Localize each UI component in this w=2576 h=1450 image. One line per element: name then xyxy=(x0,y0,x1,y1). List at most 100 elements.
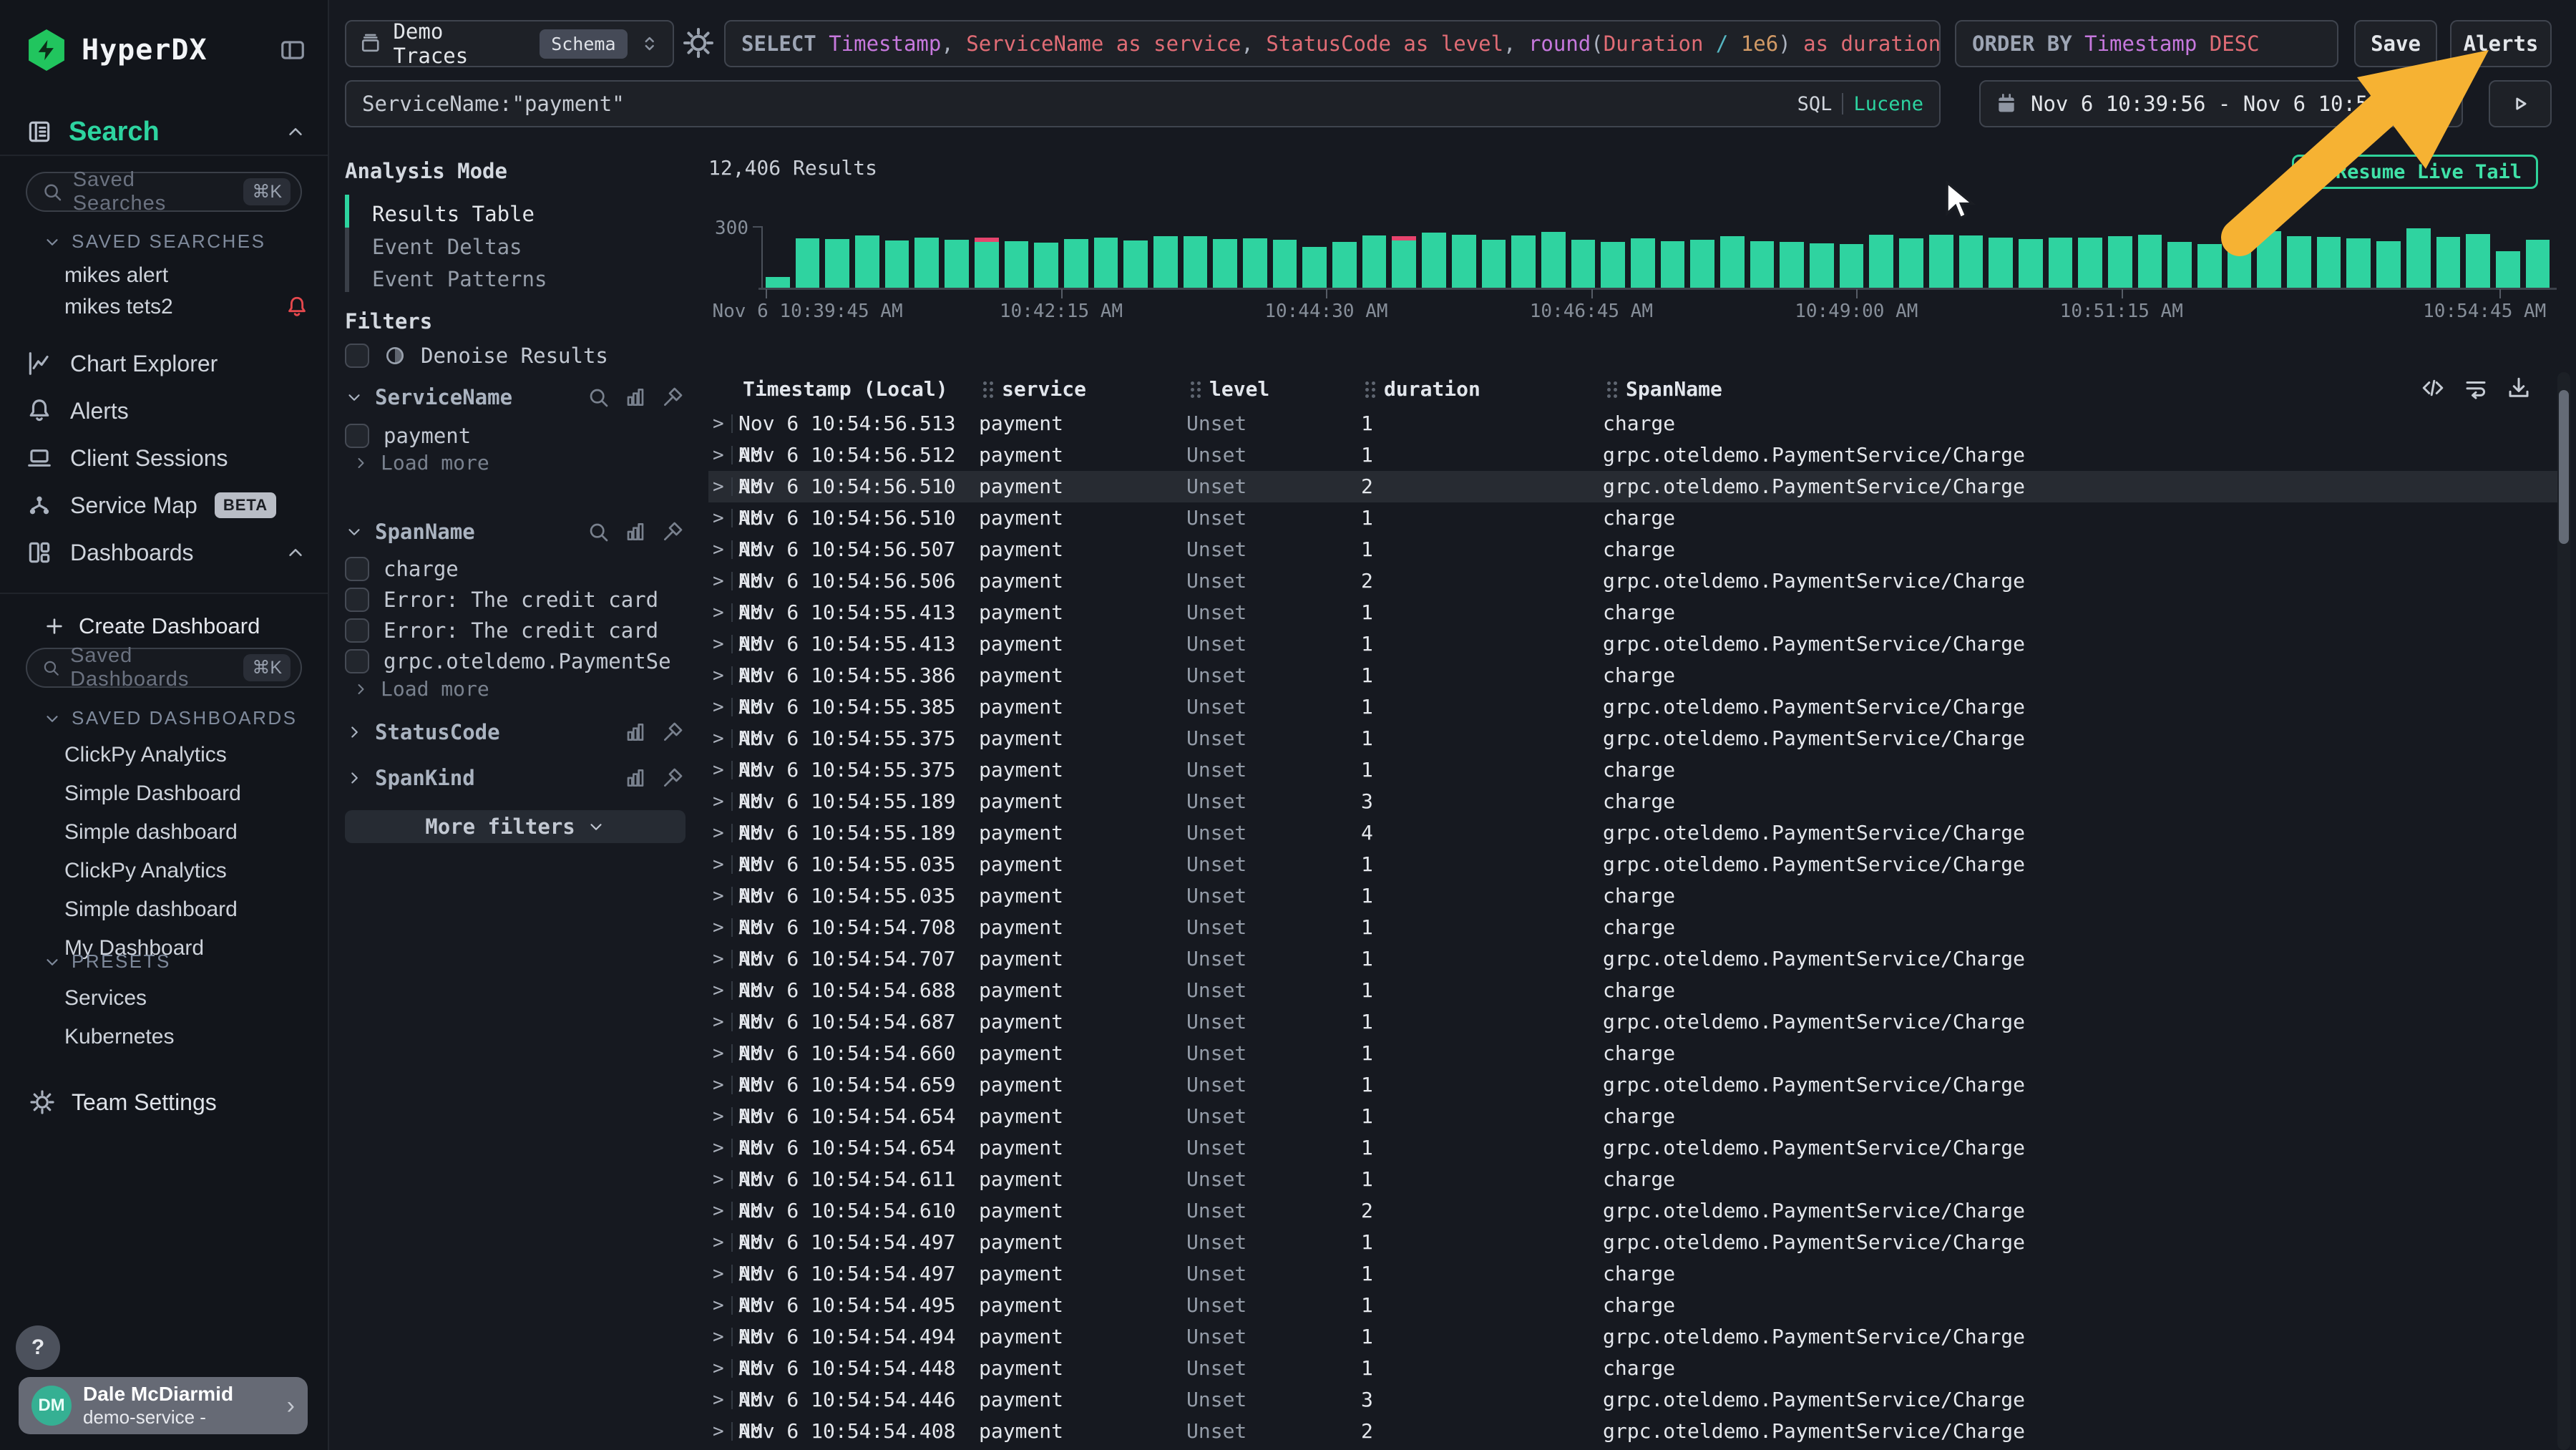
table-row[interactable]: >Nov 6 10:54:55.035 AMpaymentUnset1charg… xyxy=(708,880,2560,912)
histogram-bar[interactable] xyxy=(2346,238,2371,288)
column-header-duration[interactable]: duration xyxy=(1365,372,1607,407)
histogram-bar[interactable] xyxy=(1034,243,1058,288)
histogram-bar[interactable] xyxy=(885,240,909,288)
row-expand-icon[interactable]: > xyxy=(713,1132,731,1164)
row-expand-icon[interactable]: > xyxy=(713,975,731,1006)
row-expand-icon[interactable]: > xyxy=(713,1069,731,1101)
row-expand-icon[interactable]: > xyxy=(713,1164,731,1195)
histogram-bar[interactable] xyxy=(2287,236,2311,288)
user-menu[interactable]: DM Dale McDiarmid demo-service - › xyxy=(19,1377,308,1434)
histogram-bar[interactable] xyxy=(2078,238,2102,288)
histogram-bar[interactable] xyxy=(1064,239,1088,288)
saved-dashboard-item[interactable]: ClickPy Analytics xyxy=(0,852,328,890)
column-header-service[interactable]: service xyxy=(983,372,1191,407)
saved-dashboard-item[interactable]: Simple dashboard xyxy=(0,813,328,852)
histogram-bar[interactable] xyxy=(2317,237,2341,288)
date-range-picker[interactable]: Nov 6 10:39:56 - Nov 6 10:54:56 xyxy=(1979,80,2463,127)
table-row[interactable]: >Nov 6 10:54:55.035 AMpaymentUnset1grpc.… xyxy=(708,849,2560,880)
histogram-bar[interactable] xyxy=(855,235,879,288)
table-row[interactable]: >Nov 6 10:54:54.497 AMpaymentUnset1charg… xyxy=(708,1258,2560,1290)
drag-handle-icon[interactable] xyxy=(1365,381,1375,398)
bar-chart-icon[interactable] xyxy=(624,767,647,789)
histogram-bar[interactable] xyxy=(2108,236,2132,288)
table-row[interactable]: >Nov 6 10:54:55.375 AMpaymentUnset1grpc.… xyxy=(708,723,2560,754)
checkbox[interactable] xyxy=(345,649,369,673)
histogram-bar[interactable] xyxy=(2167,242,2192,288)
histogram-bar[interactable] xyxy=(975,238,999,288)
table-row[interactable]: >Nov 6 10:54:54.408 AMpaymentUnset2grpc.… xyxy=(708,1416,2560,1447)
servicename-load-more[interactable]: Load more xyxy=(352,451,489,475)
histogram-bar[interactable] xyxy=(1899,238,1923,288)
row-expand-icon[interactable]: > xyxy=(713,786,731,817)
histogram-bar[interactable] xyxy=(1571,240,1596,288)
lang-toggle-sql[interactable]: SQL xyxy=(1797,93,1833,115)
filter-section-servicename[interactable]: ServiceName xyxy=(345,385,684,409)
row-expand-icon[interactable]: > xyxy=(713,880,731,912)
pin-icon[interactable] xyxy=(661,386,684,409)
table-row[interactable]: >Nov 6 10:54:55.375 AMpaymentUnset1charg… xyxy=(708,754,2560,786)
checkbox[interactable] xyxy=(345,618,369,643)
filter-section-spanname[interactable]: SpanName xyxy=(345,520,684,544)
row-expand-icon[interactable]: > xyxy=(713,723,731,754)
row-expand-icon[interactable]: > xyxy=(713,1195,731,1227)
table-row[interactable]: >Nov 6 10:54:56.507 AMpaymentUnset1charg… xyxy=(708,534,2560,565)
saved-dashboards-section-label[interactable]: SAVED DASHBOARDS xyxy=(43,707,297,729)
histogram-bar[interactable] xyxy=(1243,238,1267,288)
bar-chart-icon[interactable] xyxy=(624,386,647,409)
code-view-icon[interactable] xyxy=(2420,375,2446,401)
more-filters-button[interactable]: More filters xyxy=(345,810,686,843)
sidebar-item-service-map[interactable]: Service Map BETA xyxy=(26,485,306,525)
lang-toggle-lucene[interactable]: Lucene xyxy=(1853,93,1923,115)
filter-section-spankind[interactable]: SpanKind xyxy=(345,766,684,790)
histogram-bar[interactable] xyxy=(2436,237,2461,288)
table-row[interactable]: >Nov 6 10:54:56.510 AMpaymentUnset1charg… xyxy=(708,502,2560,534)
histogram-bar[interactable] xyxy=(1720,236,1745,288)
histogram-bar[interactable] xyxy=(825,239,849,288)
row-expand-icon[interactable]: > xyxy=(713,660,731,691)
row-expand-icon[interactable]: > xyxy=(713,1416,731,1447)
table-row[interactable]: >Nov 6 10:54:55.385 AMpaymentUnset1grpc.… xyxy=(708,691,2560,723)
sidebar-item-search[interactable]: Search xyxy=(26,113,306,150)
order-by-input[interactable]: ORDER BY Timestamp DESC xyxy=(1955,20,2338,67)
row-expand-icon[interactable]: > xyxy=(713,1006,731,1038)
table-row[interactable]: >Nov 6 10:54:54.494 AMpaymentUnset1grpc.… xyxy=(708,1321,2560,1353)
resume-live-tail-button[interactable]: Resume Live Tail xyxy=(2292,155,2538,189)
saved-dashboard-item[interactable]: ClickPy Analytics xyxy=(0,736,328,774)
histogram-bar[interactable] xyxy=(1452,235,1476,288)
bar-chart-icon[interactable] xyxy=(624,520,647,543)
histogram-bar[interactable] xyxy=(1601,242,1625,288)
histogram-bar[interactable] xyxy=(1302,247,1327,288)
drag-handle-icon[interactable] xyxy=(1191,381,1201,398)
mode-event-patterns[interactable]: Event Patterns xyxy=(372,267,547,291)
checkbox[interactable] xyxy=(345,557,369,581)
histogram-bar[interactable] xyxy=(2526,240,2550,288)
histogram-bar[interactable] xyxy=(914,238,939,288)
saved-dashboards-input[interactable]: Saved Dashboards ⌘K xyxy=(26,648,302,688)
row-expand-icon[interactable]: > xyxy=(713,628,731,660)
histogram-bar[interactable] xyxy=(2019,239,2043,288)
search-query-input[interactable]: ServiceName:"payment" SQL Lucene xyxy=(345,80,1941,127)
sql-select-input[interactable]: SELECT Timestamp, ServiceName as service… xyxy=(724,20,1941,67)
histogram-bar[interactable] xyxy=(1273,240,1297,288)
histogram-bar[interactable] xyxy=(2197,244,2222,288)
histogram-bar[interactable] xyxy=(1631,238,1655,288)
row-expand-icon[interactable]: > xyxy=(713,943,731,975)
row-expand-icon[interactable]: > xyxy=(713,817,731,849)
histogram-bar[interactable] xyxy=(1840,244,1864,288)
histogram-bar[interactable] xyxy=(1989,238,2013,288)
row-expand-icon[interactable]: > xyxy=(713,1290,731,1321)
table-row[interactable]: >Nov 6 10:54:56.513 AMpaymentUnset1charg… xyxy=(708,408,2560,439)
pin-icon[interactable] xyxy=(661,520,684,543)
chevron-up-icon[interactable] xyxy=(285,121,306,142)
histogram-bar[interactable] xyxy=(1482,240,1506,288)
table-row[interactable]: >Nov 6 10:54:54.448 AMpaymentUnset1charg… xyxy=(708,1353,2560,1384)
histogram-bar[interactable] xyxy=(1422,233,1446,288)
histogram-bar[interactable] xyxy=(1959,235,1984,288)
preset-item[interactable]: Services xyxy=(0,979,328,1018)
table-row[interactable]: >Nov 6 10:54:54.446 AMpaymentUnset3grpc.… xyxy=(708,1384,2560,1416)
histogram-bar[interactable] xyxy=(2049,238,2073,288)
column-header-spanname[interactable]: SpanName xyxy=(1607,372,2560,407)
row-expand-icon[interactable]: > xyxy=(713,1258,731,1290)
denoise-results-checkbox[interactable]: Denoise Results xyxy=(345,344,608,368)
source-selector[interactable]: Demo Traces Schema xyxy=(345,20,674,67)
